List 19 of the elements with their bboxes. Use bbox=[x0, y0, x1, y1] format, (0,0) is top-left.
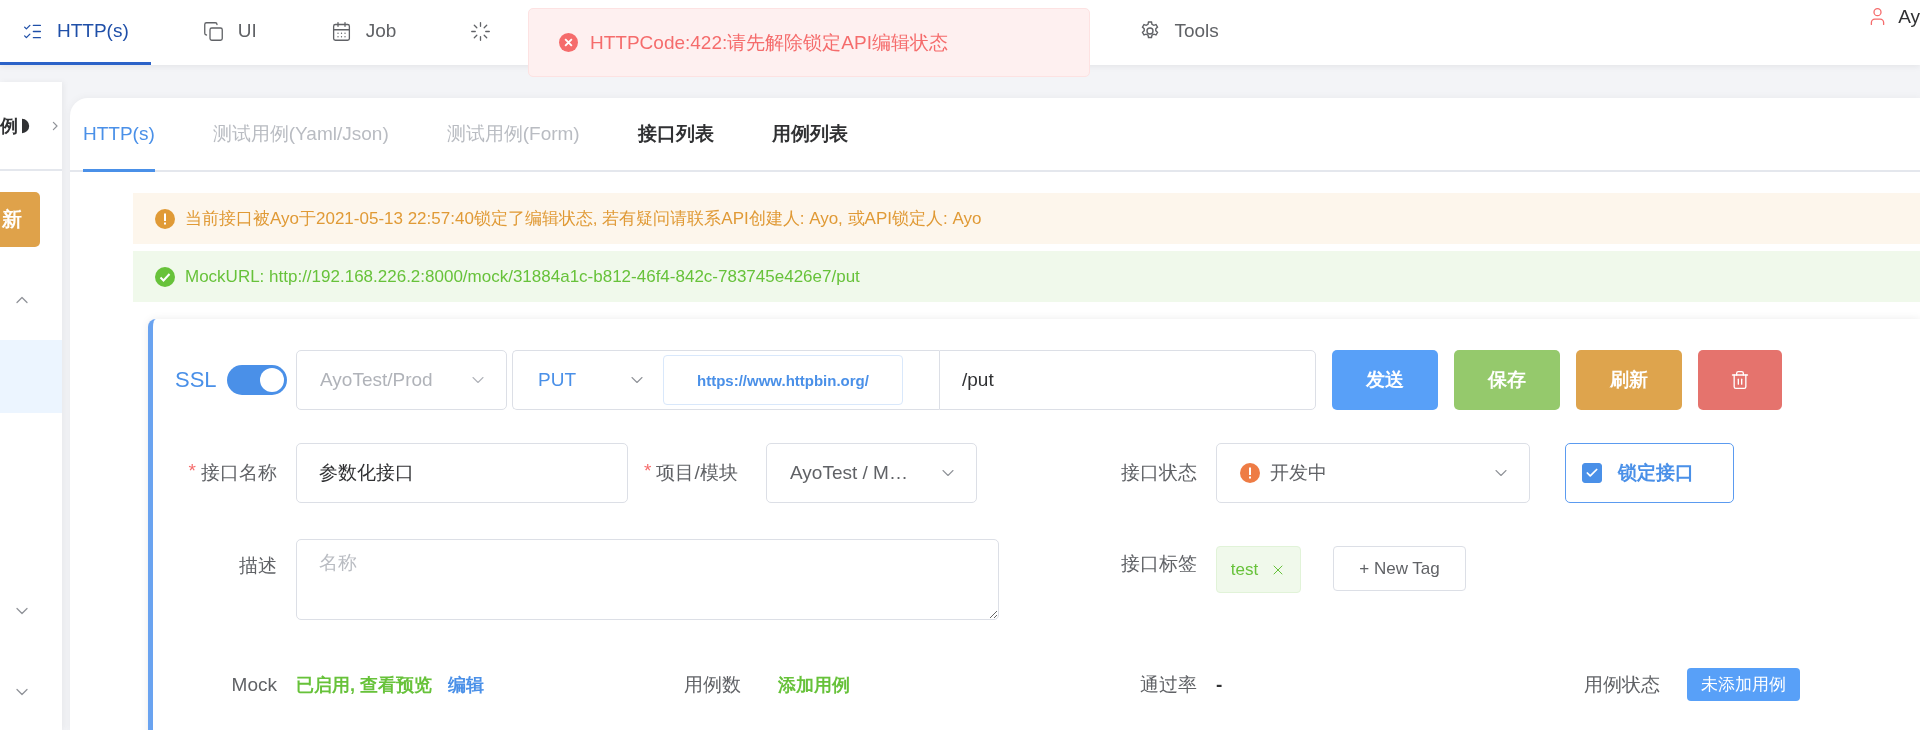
error-message: HTTPCode:422:请先解除锁定API编辑状态 bbox=[590, 30, 948, 55]
field-label: 接口标签 bbox=[1120, 552, 1197, 576]
alert-text: 当前接口被Ayo于2021-05-13 22:57:40锁定了编辑状态, 若有疑问请联系API创建人: Ayo, 或API锁定人: Ayo bbox=[185, 208, 982, 230]
pass-rate-value: - bbox=[1216, 673, 1223, 696]
tag-text: test bbox=[1230, 559, 1259, 580]
required-mark: * bbox=[644, 460, 652, 483]
base-url: https://www.httpbin.org/ bbox=[663, 355, 903, 405]
field-label: 用例状态 bbox=[1584, 672, 1661, 697]
field-label: 通过率 bbox=[1139, 672, 1197, 697]
alert-text: MockURL: http://192.168.226.2:8000/mock/31884a1c-b812-46f4-842c-783745e426e7/put bbox=[185, 266, 860, 287]
required-mark: * bbox=[188, 460, 196, 483]
field-label: Mock bbox=[230, 673, 277, 696]
field-label: 用例数 bbox=[684, 672, 742, 697]
ssl-label: SSL bbox=[175, 367, 218, 393]
case-status-badge: 未添加用例 bbox=[1687, 668, 1800, 701]
field-label: 描述 bbox=[238, 554, 277, 578]
field-label: 接口状态 bbox=[1120, 461, 1197, 485]
field-label: 项目/模块 bbox=[656, 461, 738, 485]
field-label: 接口名称 bbox=[201, 461, 277, 485]
